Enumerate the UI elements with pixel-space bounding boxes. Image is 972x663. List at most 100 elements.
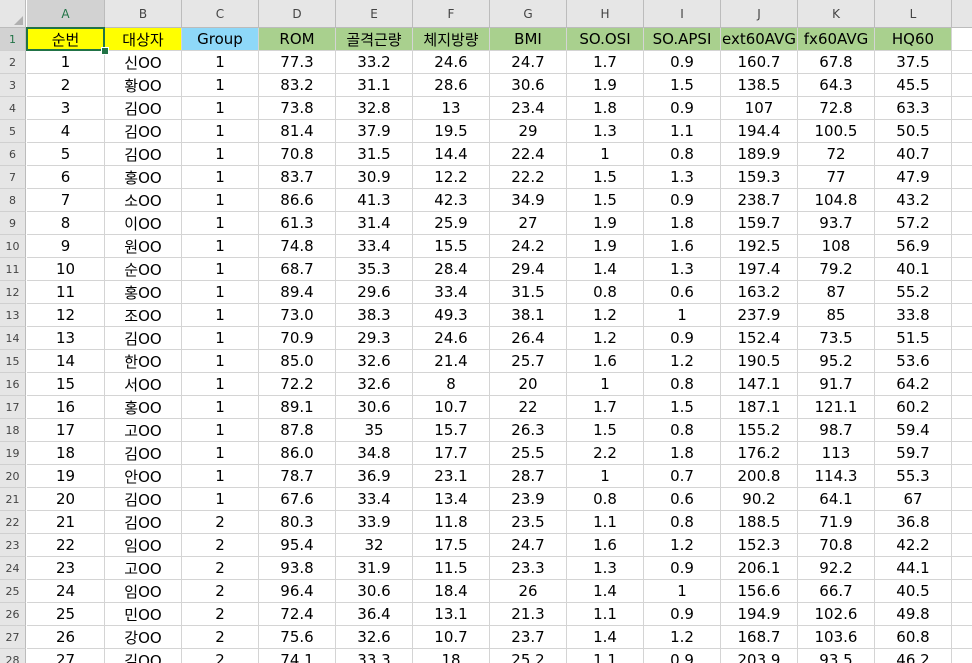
- data-cell-g[interactable]: 29.4: [490, 258, 567, 281]
- empty-cell[interactable]: [952, 419, 972, 442]
- data-cell-j[interactable]: 90.2: [721, 488, 798, 511]
- data-cell-h[interactable]: 1.2: [567, 304, 644, 327]
- data-cell-a[interactable]: 12: [27, 304, 105, 327]
- data-cell-a[interactable]: 14: [27, 350, 105, 373]
- data-cell-i[interactable]: 0.8: [644, 373, 721, 396]
- data-cell-g[interactable]: 21.3: [490, 603, 567, 626]
- data-cell-b[interactable]: 한OO: [105, 350, 182, 373]
- data-cell-h[interactable]: 1.9: [567, 212, 644, 235]
- data-cell-l[interactable]: 60.8: [875, 626, 952, 649]
- data-cell-h[interactable]: 1.7: [567, 51, 644, 74]
- data-cell-j[interactable]: 163.2: [721, 281, 798, 304]
- data-cell-g[interactable]: 23.9: [490, 488, 567, 511]
- empty-cell[interactable]: [952, 97, 972, 120]
- row-header-26[interactable]: 26: [0, 603, 26, 626]
- data-cell-f[interactable]: 28.4: [413, 258, 490, 281]
- header-cell-j[interactable]: ext60AVG: [721, 28, 798, 51]
- data-cell-a[interactable]: 8: [27, 212, 105, 235]
- column-header-a[interactable]: A: [27, 0, 105, 28]
- data-cell-d[interactable]: 83.2: [259, 74, 336, 97]
- empty-cell[interactable]: [952, 534, 972, 557]
- header-cell-a[interactable]: 순번: [27, 28, 105, 51]
- data-cell-d[interactable]: 85.0: [259, 350, 336, 373]
- data-cell-e[interactable]: 33.3: [336, 649, 413, 663]
- data-cell-a[interactable]: 21: [27, 511, 105, 534]
- empty-cell[interactable]: [952, 51, 972, 74]
- data-cell-k[interactable]: 93.5: [798, 649, 875, 663]
- data-cell-e[interactable]: 30.9: [336, 166, 413, 189]
- data-cell-h[interactable]: 1.9: [567, 74, 644, 97]
- data-cell-d[interactable]: 86.6: [259, 189, 336, 212]
- data-cell-g[interactable]: 25.2: [490, 649, 567, 663]
- data-cell-h[interactable]: 1.4: [567, 258, 644, 281]
- data-cell-g[interactable]: 23.3: [490, 557, 567, 580]
- header-cell-d[interactable]: ROM: [259, 28, 336, 51]
- data-cell-b[interactable]: 서OO: [105, 373, 182, 396]
- row-header-14[interactable]: 14: [0, 327, 26, 350]
- data-cell-g[interactable]: 23.4: [490, 97, 567, 120]
- data-cell-g[interactable]: 27: [490, 212, 567, 235]
- data-cell-i[interactable]: 0.8: [644, 511, 721, 534]
- data-cell-a[interactable]: 25: [27, 603, 105, 626]
- data-cell-k[interactable]: 72.8: [798, 97, 875, 120]
- column-header-d[interactable]: D: [259, 0, 336, 28]
- data-cell-d[interactable]: 74.1: [259, 649, 336, 663]
- empty-cell[interactable]: [952, 189, 972, 212]
- data-cell-f[interactable]: 15.7: [413, 419, 490, 442]
- data-cell-g[interactable]: 24.7: [490, 51, 567, 74]
- empty-cell[interactable]: [952, 511, 972, 534]
- data-cell-c[interactable]: 2: [182, 580, 259, 603]
- data-cell-d[interactable]: 67.6: [259, 488, 336, 511]
- data-cell-e[interactable]: 33.9: [336, 511, 413, 534]
- data-cell-f[interactable]: 25.9: [413, 212, 490, 235]
- data-cell-a[interactable]: 26: [27, 626, 105, 649]
- data-cell-l[interactable]: 42.2: [875, 534, 952, 557]
- data-cell-c[interactable]: 2: [182, 626, 259, 649]
- data-cell-c[interactable]: 2: [182, 511, 259, 534]
- data-cell-e[interactable]: 38.3: [336, 304, 413, 327]
- data-cell-h[interactable]: 1.2: [567, 327, 644, 350]
- data-cell-f[interactable]: 23.1: [413, 465, 490, 488]
- column-header-h[interactable]: H: [567, 0, 644, 28]
- data-cell-e[interactable]: 33.4: [336, 488, 413, 511]
- data-cell-a[interactable]: 1: [27, 51, 105, 74]
- data-cell-h[interactable]: 1.4: [567, 626, 644, 649]
- data-cell-d[interactable]: 61.3: [259, 212, 336, 235]
- data-cell-d[interactable]: 95.4: [259, 534, 336, 557]
- data-cell-e[interactable]: 32.8: [336, 97, 413, 120]
- header-cell-h[interactable]: SO.OSI: [567, 28, 644, 51]
- data-cell-j[interactable]: 187.1: [721, 396, 798, 419]
- data-cell-d[interactable]: 78.7: [259, 465, 336, 488]
- data-cell-h[interactable]: 1.7: [567, 396, 644, 419]
- data-cell-c[interactable]: 1: [182, 235, 259, 258]
- data-cell-k[interactable]: 108: [798, 235, 875, 258]
- data-cell-j[interactable]: 147.1: [721, 373, 798, 396]
- data-cell-b[interactable]: 이OO: [105, 212, 182, 235]
- data-cell-i[interactable]: 1.8: [644, 442, 721, 465]
- data-cell-c[interactable]: 1: [182, 281, 259, 304]
- data-cell-b[interactable]: 김OO: [105, 97, 182, 120]
- data-cell-h[interactable]: 1.6: [567, 534, 644, 557]
- data-cell-g[interactable]: 24.2: [490, 235, 567, 258]
- column-header-b[interactable]: B: [105, 0, 182, 28]
- data-cell-h[interactable]: 0.8: [567, 281, 644, 304]
- data-cell-h[interactable]: 1.6: [567, 350, 644, 373]
- data-cell-b[interactable]: 신OO: [105, 51, 182, 74]
- data-cell-i[interactable]: 1.6: [644, 235, 721, 258]
- data-cell-c[interactable]: 1: [182, 189, 259, 212]
- data-cell-g[interactable]: 25.5: [490, 442, 567, 465]
- data-cell-e[interactable]: 29.6: [336, 281, 413, 304]
- data-cell-i[interactable]: 0.7: [644, 465, 721, 488]
- data-cell-c[interactable]: 1: [182, 419, 259, 442]
- data-cell-h[interactable]: 1.5: [567, 419, 644, 442]
- data-cell-f[interactable]: 11.5: [413, 557, 490, 580]
- data-cell-h[interactable]: 1: [567, 373, 644, 396]
- row-header-4[interactable]: 4: [0, 97, 26, 120]
- data-cell-j[interactable]: 190.5: [721, 350, 798, 373]
- data-cell-d[interactable]: 75.6: [259, 626, 336, 649]
- data-cell-k[interactable]: 70.8: [798, 534, 875, 557]
- header-cell-k[interactable]: fx60AVG: [798, 28, 875, 51]
- empty-cell[interactable]: [952, 28, 972, 51]
- data-cell-a[interactable]: 7: [27, 189, 105, 212]
- empty-cell[interactable]: [952, 557, 972, 580]
